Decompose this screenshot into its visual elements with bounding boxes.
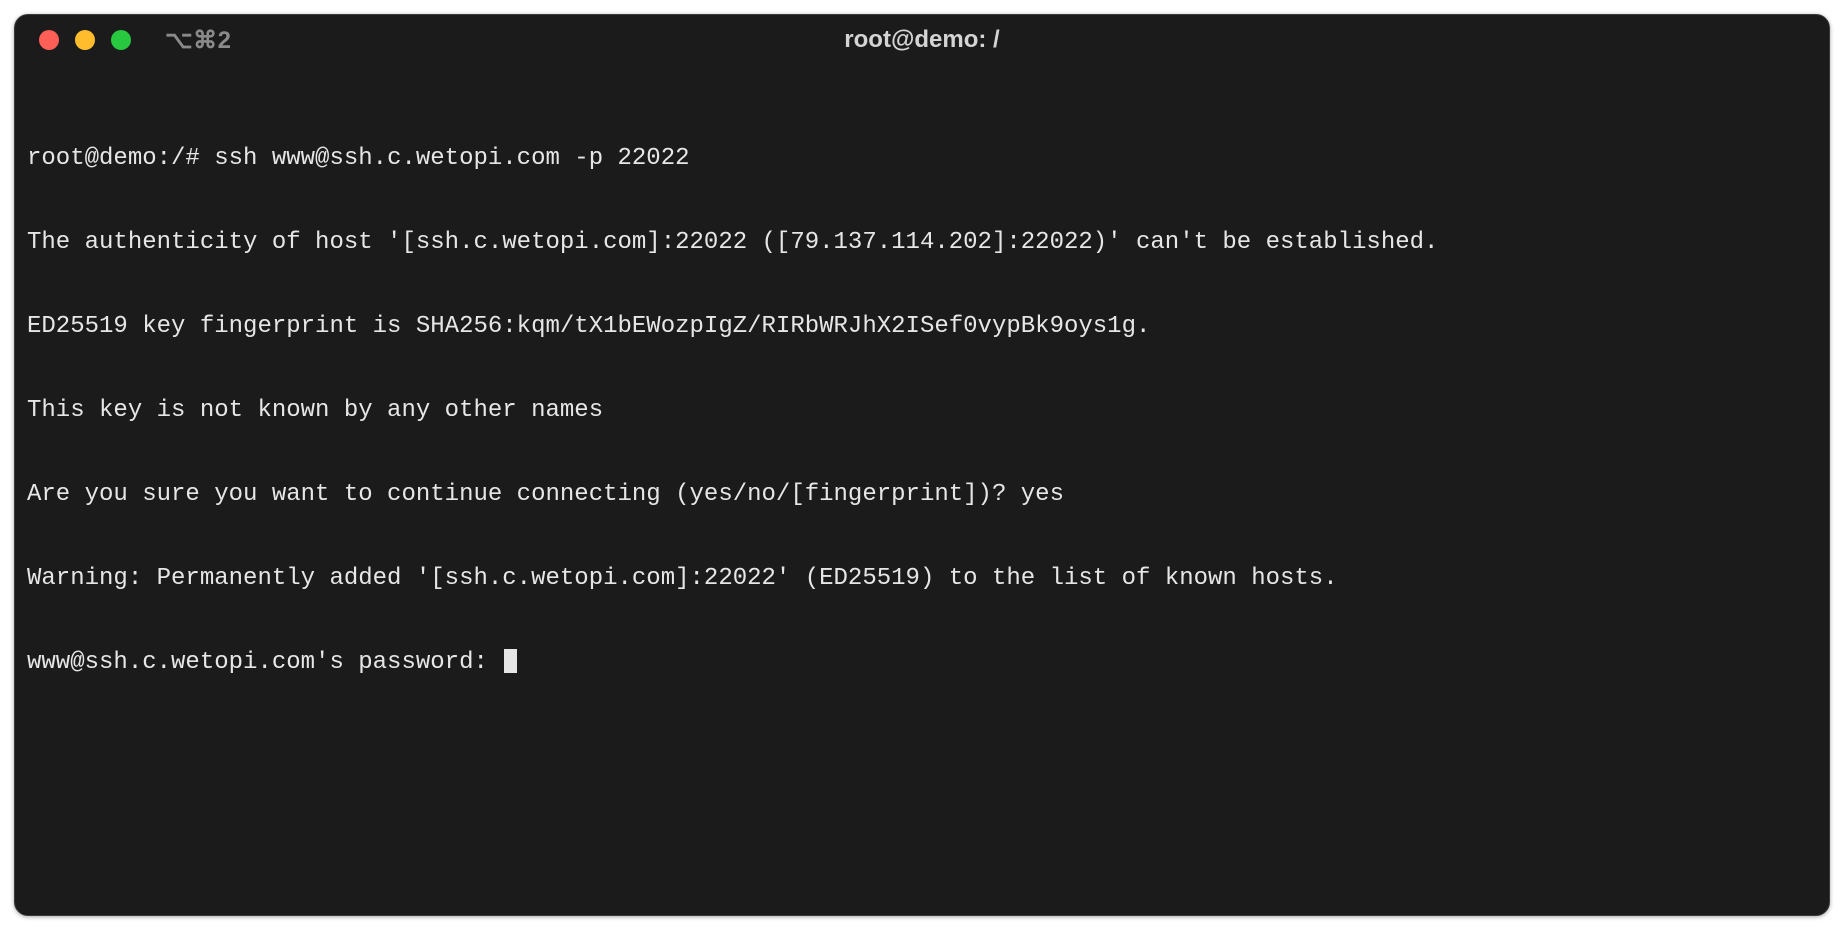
title-bar: ⌥⌘2 root@demo: / <box>15 15 1829 65</box>
output-line: ED25519 key fingerprint is SHA256:kqm/tX… <box>27 313 1150 341</box>
shell-prompt: root@demo:/# <box>27 145 214 173</box>
output-line: This key is not known by any other names <box>27 397 603 425</box>
tab-shortcut-badge: ⌥⌘2 <box>165 26 232 55</box>
shell-command: ssh www@ssh.c.wetopi.com -p 22022 <box>214 145 689 173</box>
terminal-body[interactable]: root@demo:/# ssh www@ssh.c.wetopi.com -p… <box>15 65 1829 745</box>
window-title: root@demo: / <box>15 26 1829 54</box>
confirm-answer: yes <box>1021 481 1064 509</box>
terminal-window: ⌥⌘2 root@demo: / root@demo:/# ssh www@ss… <box>14 14 1830 916</box>
minimize-window-button[interactable] <box>75 30 95 50</box>
traffic-lights <box>39 30 131 50</box>
output-line: Warning: Permanently added '[ssh.c.wetop… <box>27 565 1338 593</box>
cursor-icon <box>504 649 517 673</box>
output-line: The authenticity of host '[ssh.c.wetopi.… <box>27 229 1438 257</box>
close-window-button[interactable] <box>39 30 59 50</box>
password-prompt: www@ssh.c.wetopi.com's password: <box>27 649 502 677</box>
confirm-prompt: Are you sure you want to continue connec… <box>27 481 1021 509</box>
zoom-window-button[interactable] <box>111 30 131 50</box>
